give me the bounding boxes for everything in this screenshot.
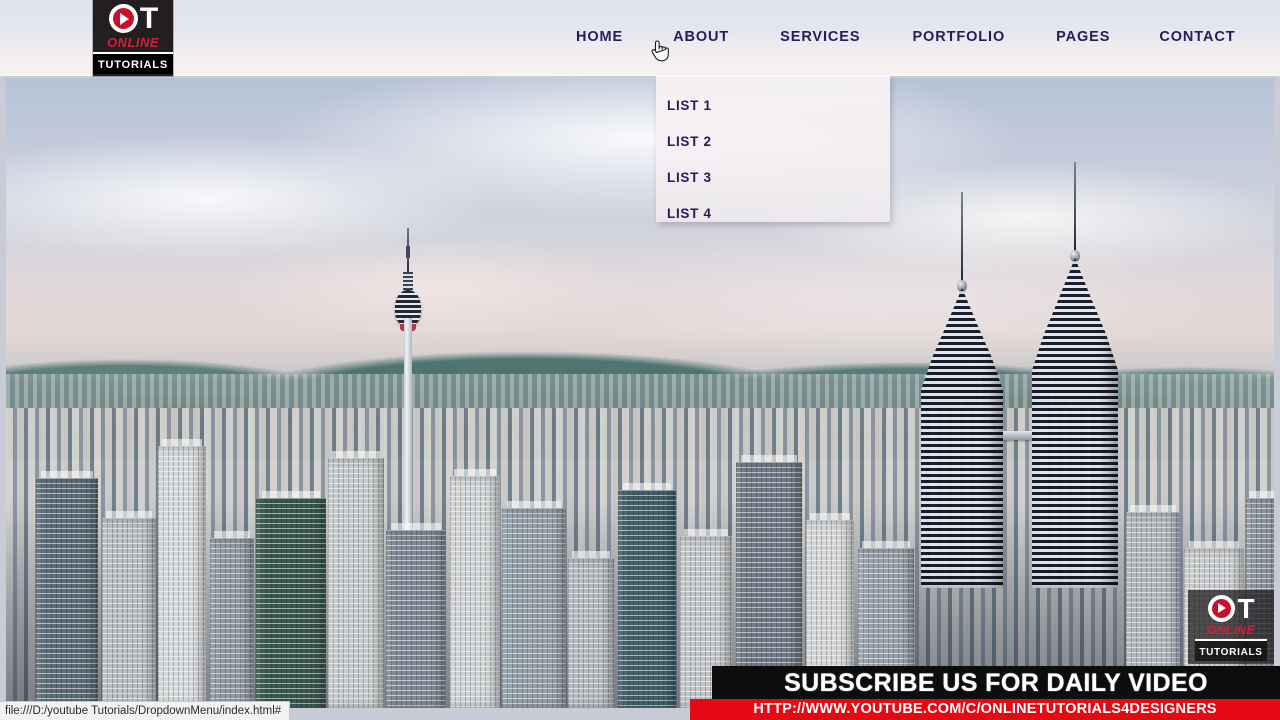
- petronas-left-body: [921, 288, 1003, 588]
- nav-item-about[interactable]: ABOUT: [673, 28, 729, 46]
- dropdown-item-list-3[interactable]: LIST 3: [656, 160, 890, 196]
- kl-tower-mast-base: [406, 246, 410, 258]
- watermark-logo: T ONLINE TUTORIALS: [1188, 590, 1274, 664]
- foreground-building: [502, 501, 566, 708]
- watermark-tutorials-text: TUTORIALS: [1199, 647, 1263, 658]
- nav-item-home[interactable]: HOME: [576, 28, 623, 46]
- nav-item-services[interactable]: SERVICES: [780, 28, 860, 46]
- foreground-building: [328, 451, 384, 708]
- kl-tower-collar: [403, 272, 413, 292]
- mouse-cursor-hand-icon: [651, 40, 669, 62]
- foreground-building: [568, 551, 614, 708]
- browser-status-bar: file:///D:/youtube Tutorials/DropdownMen…: [0, 701, 290, 720]
- watermark-online-text: ONLINE: [1207, 623, 1255, 637]
- hero-image: [6, 78, 1274, 708]
- foreground-building: [36, 471, 98, 708]
- dropdown-item-list-1[interactable]: LIST 1: [656, 88, 890, 124]
- petronas-tower-right: [1032, 162, 1118, 588]
- subscribe-banner: SUBSCRIBE US FOR DAILY VIDEO HTTP://WWW.…: [690, 666, 1280, 720]
- foreground-building: [210, 531, 254, 708]
- nav-item-portfolio[interactable]: PORTFOLIO: [912, 28, 1005, 46]
- watermark-ot-row: T: [1208, 593, 1255, 624]
- foreground-building: [386, 523, 446, 708]
- petronas-right-spire: [1074, 162, 1076, 258]
- dropdown-item-list-4[interactable]: LIST 4: [656, 196, 890, 232]
- play-button-icon: [108, 4, 138, 33]
- foreground-building: [450, 469, 500, 708]
- foreground-building: [102, 511, 156, 708]
- site-logo[interactable]: T ONLINE TUTORIALS: [93, 0, 173, 76]
- logo-letter-t: T: [139, 2, 158, 35]
- watermark-letter-t: T: [1237, 593, 1254, 624]
- watermark-tutorials-bar: TUTORIALS: [1195, 639, 1267, 661]
- about-dropdown-menu: LIST 1 LIST 2 LIST 3 LIST 4: [656, 76, 890, 222]
- petronas-right-body: [1032, 258, 1118, 588]
- logo-tutorials-bar: TUTORIALS: [93, 52, 173, 74]
- logo-ot-row: T: [108, 2, 158, 35]
- petronas-tower-left: [921, 192, 1003, 588]
- petronas-left-spire: [961, 192, 963, 288]
- status-bar-url: file:///D:/youtube Tutorials/DropdownMen…: [5, 705, 282, 717]
- subscribe-url: HTTP://WWW.YOUTUBE.COM/C/ONLINETUTORIALS…: [753, 701, 1217, 717]
- play-button-icon: [1208, 595, 1236, 622]
- foreground-building: [618, 483, 676, 708]
- foreground-building: [256, 491, 326, 708]
- dropdown-item-list-2[interactable]: LIST 2: [656, 124, 890, 160]
- subscribe-headline: SUBSCRIBE US FOR DAILY VIDEO: [784, 668, 1208, 697]
- kl-tower: [395, 228, 421, 558]
- subscribe-headline-bar: SUBSCRIBE US FOR DAILY VIDEO: [712, 666, 1280, 699]
- nav-item-pages[interactable]: PAGES: [1056, 28, 1110, 46]
- nav-item-contact[interactable]: CONTACT: [1159, 28, 1235, 46]
- foreground-building: [158, 439, 206, 708]
- subscribe-url-bar[interactable]: HTTP://WWW.YOUTUBE.COM/C/ONLINETUTORIALS…: [690, 699, 1280, 720]
- kl-tower-shaft: [404, 318, 412, 558]
- main-navigation: HOME ABOUT SERVICES PORTFOLIO PAGES CONT…: [576, 28, 1235, 46]
- logo-tutorials-text: TUTORIALS: [98, 59, 168, 71]
- browser-page: T ONLINE TUTORIALS HOME ABOUT SERVICES P…: [0, 0, 1280, 720]
- site-header: T ONLINE TUTORIALS HOME ABOUT SERVICES P…: [0, 0, 1280, 76]
- logo-online-text: ONLINE: [106, 35, 160, 50]
